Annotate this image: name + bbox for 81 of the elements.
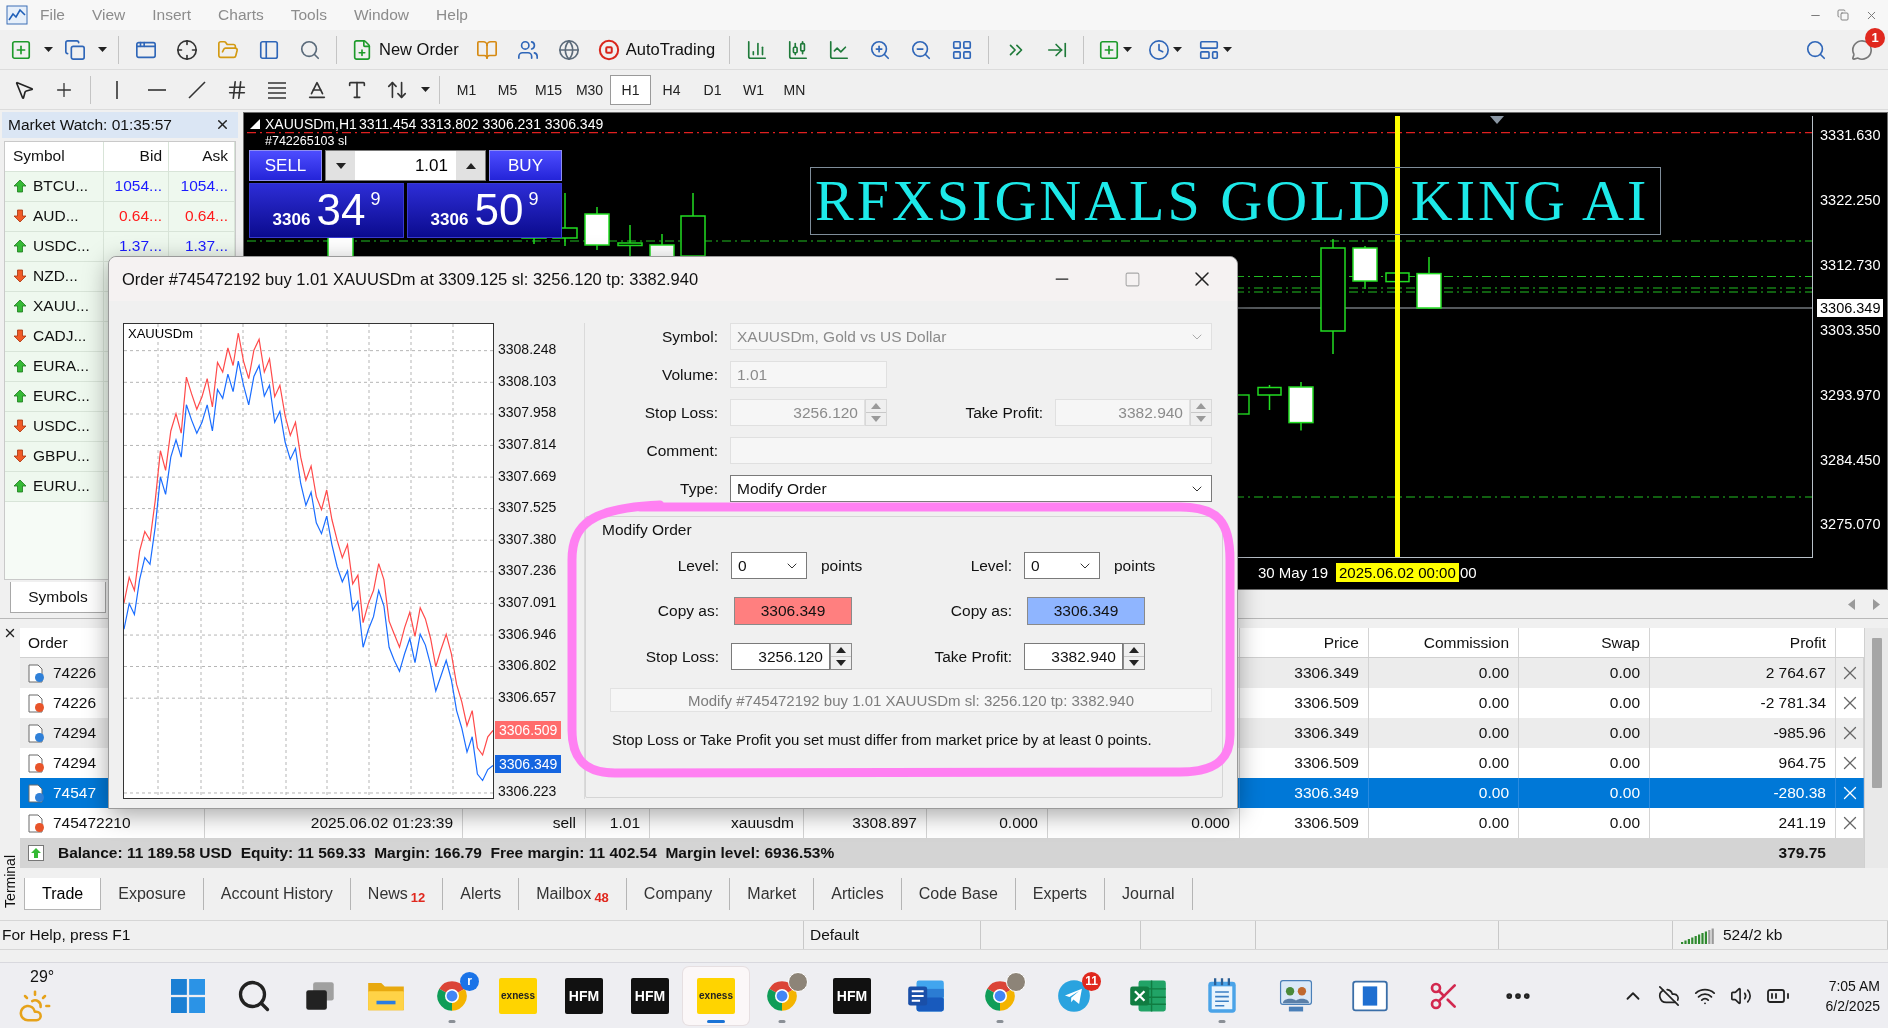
symbol-name: XAUU...: [33, 297, 89, 316]
table-cell: 379.75: [1650, 838, 1836, 868]
symbol-name: EURA...: [33, 357, 89, 376]
axis-label: 3308.248: [498, 341, 557, 359]
count-label: 48: [594, 890, 609, 905]
symbol-name: EURC...: [33, 387, 90, 406]
order-number: 74294: [53, 724, 97, 742]
symbol-name: EURU...: [33, 477, 90, 496]
axis-label: 3307.236: [498, 562, 557, 580]
axis-label: 3306.802: [498, 657, 557, 674]
banner-text: RFXSIGNALS GOLD KING AI: [810, 167, 1661, 235]
price-tag: 3306.509: [495, 720, 562, 739]
axis-label: 3275.070: [1820, 515, 1881, 534]
order-number: 74226: [53, 694, 97, 712]
axis-label: 3303.350: [1820, 320, 1881, 339]
profile-badge: r: [460, 971, 479, 991]
field-label: Copy as:: [657, 602, 719, 620]
axis-label: 3307.380: [498, 530, 557, 548]
hint-text: Stop Loss or Take Profit you set must differ from market price by at least 0 points.: [612, 731, 1152, 748]
notification-badge: 11: [1082, 971, 1101, 991]
group-title: Modify Order: [602, 521, 692, 539]
status-text: Default: [810, 926, 860, 944]
panel-label: Terminal: [2, 855, 18, 908]
axis-label: 3307.669: [498, 467, 557, 485]
field-label: Comment:: [646, 441, 718, 460]
unit-label: points: [1114, 556, 1156, 575]
axis-label: 30 May 19: [1257, 563, 1330, 582]
field-label: Take Profit:: [965, 403, 1043, 422]
axis-label: 3284.450: [1820, 450, 1881, 469]
order-number: 745472210: [53, 814, 131, 832]
window-title: Order #745472192 buy 1.01 XAUUSDm at 3309.125 sl: 3256.120 tp: 3382.940: [122, 269, 699, 289]
order-number: 74294: [53, 754, 97, 772]
table-cell: 1054...: [169, 171, 235, 201]
count-label: 12: [410, 890, 426, 905]
axis-label: 3307.958: [498, 404, 557, 422]
axis-label: 00: [1459, 563, 1478, 582]
axis-label: 3322.250: [1820, 190, 1881, 209]
axis-label: 3307.525: [498, 499, 557, 517]
table-cell: 0.64...: [104, 201, 169, 231]
symbol-name: NZD...: [33, 267, 78, 286]
time-tag: 2025.06.02 00:00: [1336, 563, 1459, 582]
axis-label: 3331.630: [1820, 126, 1881, 144]
table-cell: 0.64...: [169, 201, 235, 231]
field-label: Stop Loss:: [645, 647, 719, 666]
field-label: Level:: [677, 556, 719, 575]
temperature: 29°: [30, 968, 55, 986]
ohlc-values: 3311.454 3313.802 3306.231 3306.349: [359, 117, 604, 132]
axis-label: 3293.970: [1820, 385, 1881, 404]
axis-label: 3308.103: [498, 372, 557, 390]
axis-label: 3306.223: [498, 783, 557, 801]
axis-label: 3306.946: [498, 625, 557, 643]
chart-title: XAUUSDm: [128, 326, 193, 341]
axis-label: 3312.730: [1820, 255, 1881, 274]
price-tag: 3306.349: [1817, 299, 1884, 317]
status-text: 524/2 kb: [1723, 926, 1783, 944]
table-cell: 1054...: [104, 171, 169, 201]
field-label: Take Profit:: [934, 647, 1012, 666]
field-label: Symbol:: [662, 327, 718, 346]
axis-label: 3307.091: [498, 593, 557, 611]
symbol-name: BTCU...: [33, 177, 89, 196]
symbol-name: GBPU...: [33, 447, 90, 466]
order-number: 74226: [53, 664, 97, 682]
order-line-label: #742265103 sl: [265, 135, 348, 148]
account-summary: Balance: 11 189.58 USD Equity: 11 569.33 Margin: 166.79 Free margin: 11 402.54 Margin level: 6936.53%: [58, 844, 835, 862]
field-label: Volume:: [662, 365, 718, 384]
field-label: Type:: [680, 479, 718, 498]
price-tag: 3306.349: [495, 755, 562, 774]
symbol-name: AUD...: [33, 207, 79, 226]
status-text: For Help, press F1: [2, 926, 131, 944]
order-number: 74547: [53, 784, 97, 802]
field-label: Copy as:: [950, 602, 1012, 620]
symbol-name: USDC...: [33, 237, 90, 256]
panel-title: Market Watch: 01:35:57: [8, 115, 172, 134]
field-label: Level:: [970, 556, 1012, 575]
axis-label: 3306.657: [498, 688, 557, 706]
symbol-name: USDC...: [33, 417, 90, 436]
chart-title: XAUUSDm,H1: [265, 117, 357, 132]
axis-label: 3307.814: [498, 435, 557, 453]
symbol-name: CADJ...: [33, 327, 87, 346]
field-label: Stop Loss:: [644, 403, 718, 422]
unit-label: points: [821, 556, 863, 575]
